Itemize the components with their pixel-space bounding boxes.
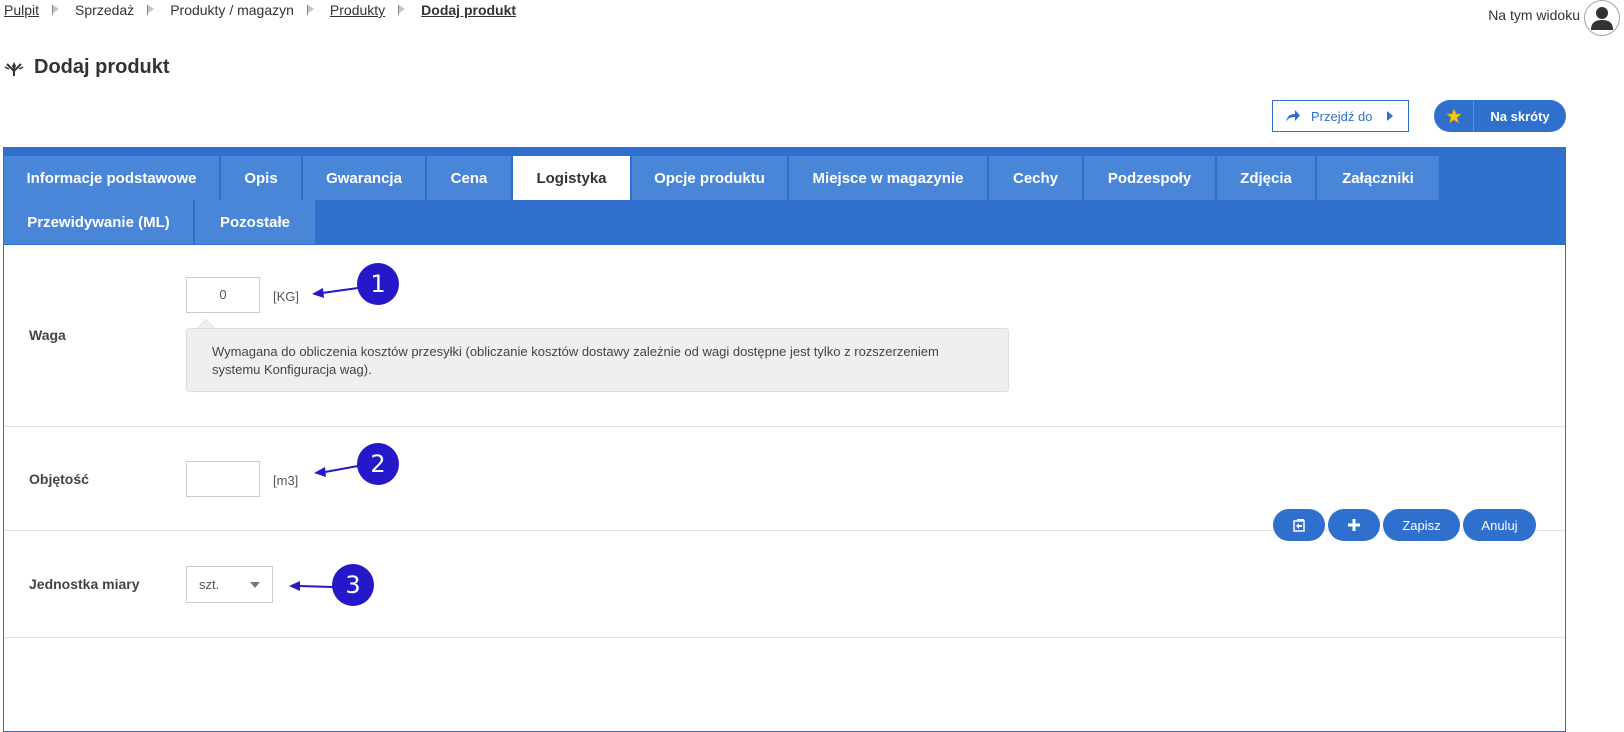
unit-of-measure-value: szt.: [199, 577, 220, 592]
tab-cechy[interactable]: Cechy: [989, 156, 1082, 200]
user-icon: [1591, 7, 1613, 30]
annotation-marker-2: 2: [357, 443, 399, 485]
volume-input[interactable]: [186, 461, 260, 497]
breadcrumb: Pulpit Sprzedaż Produkty / magazyn Produ…: [4, 2, 516, 18]
annotation-marker-3: 3: [332, 564, 374, 606]
goto-button[interactable]: Przejdź do: [1272, 100, 1409, 132]
page-title: Dodaj produkt: [34, 56, 170, 78]
shortcut-label: Na skróty: [1490, 108, 1550, 124]
tab-zalaczniki[interactable]: Załączniki: [1317, 156, 1439, 200]
star-icon: [1434, 100, 1474, 132]
hint-pointer: [197, 319, 215, 328]
tab-miejsce-w-magazynie[interactable]: Miejsce w magazynie: [789, 156, 987, 200]
share-arrow-icon: [1286, 110, 1300, 122]
product-icon: [4, 61, 24, 76]
breadcrumb-separator-icon: [52, 5, 60, 15]
breadcrumb-separator-icon: [306, 5, 314, 15]
tab-row-1: Informacje podstawowe Opis Gwarancja Cen…: [4, 156, 1565, 200]
breadcrumb-separator-icon: [147, 5, 155, 15]
unit-of-measure-select[interactable]: szt.: [186, 566, 273, 603]
shortcut-button[interactable]: Na skróty: [1434, 100, 1566, 132]
breadcrumb-produkty[interactable]: Produkty: [330, 2, 385, 18]
chevron-down-icon: [250, 582, 260, 588]
tab-cena[interactable]: Cena: [427, 156, 511, 200]
weight-unit: [KG]: [273, 289, 300, 304]
plus-icon: [1348, 519, 1360, 531]
unit-section: Jednostka miary szt.: [4, 531, 1565, 638]
breadcrumb-dodaj-produkt[interactable]: Dodaj produkt: [421, 2, 516, 18]
breadcrumb-pulpit[interactable]: Pulpit: [4, 2, 39, 18]
annotation-marker-1: 1: [357, 263, 399, 305]
save-button[interactable]: Zapisz: [1383, 509, 1460, 541]
goto-label: Przejdź do: [1311, 108, 1373, 124]
unit-of-measure-label: Jednostka miary: [29, 576, 140, 592]
page-title-area: Dodaj produkt: [4, 56, 170, 79]
breadcrumb-produkty-magazyn: Produkty / magazyn: [170, 2, 294, 18]
tab-bar: Informacje podstawowe Opis Gwarancja Cen…: [4, 148, 1565, 245]
tab-pozostale[interactable]: Pozostałe: [195, 200, 315, 244]
tab-przewidywanie-ml[interactable]: Przewidywanie (ML): [4, 200, 193, 244]
caret-right-icon: [1387, 111, 1394, 121]
weight-hint: Wymagana do obliczenia kosztów przesyłki…: [186, 328, 1009, 392]
tab-podzespoly[interactable]: Podzespoły: [1084, 156, 1215, 200]
breadcrumb-separator-icon: [398, 5, 406, 15]
tab-logistyka[interactable]: Logistyka: [513, 156, 630, 200]
cancel-button[interactable]: Anuluj: [1463, 509, 1536, 541]
tab-zdjecia[interactable]: Zdjęcia: [1217, 156, 1315, 200]
return-icon: [1293, 519, 1305, 532]
tab-informacje-podstawowe[interactable]: Informacje podstawowe: [4, 156, 219, 200]
footer-actions: Zapisz Anuluj: [1273, 509, 1539, 541]
tab-opis[interactable]: Opis: [221, 156, 301, 200]
weight-input[interactable]: 0: [186, 277, 260, 313]
tab-opcje-produktu[interactable]: Opcje produktu: [632, 156, 787, 200]
avatar[interactable]: [1584, 0, 1620, 36]
volume-label: Objętość: [29, 471, 89, 487]
breadcrumb-sprzedaz: Sprzedaż: [75, 2, 135, 18]
weight-section: Waga 0 [KG] Wymagana do obliczenia koszt…: [4, 245, 1565, 427]
product-form-panel: Informacje podstawowe Opis Gwarancja Cen…: [3, 147, 1566, 732]
tab-row-2: Przewidywanie (ML) Pozostałe: [4, 200, 1565, 244]
add-button[interactable]: [1328, 509, 1380, 541]
view-label: Na tym widoku: [1488, 7, 1580, 23]
return-button[interactable]: [1273, 509, 1325, 541]
tab-gwarancja[interactable]: Gwarancja: [303, 156, 425, 200]
weight-label: Waga: [29, 327, 66, 343]
volume-unit: [m3]: [273, 473, 299, 488]
